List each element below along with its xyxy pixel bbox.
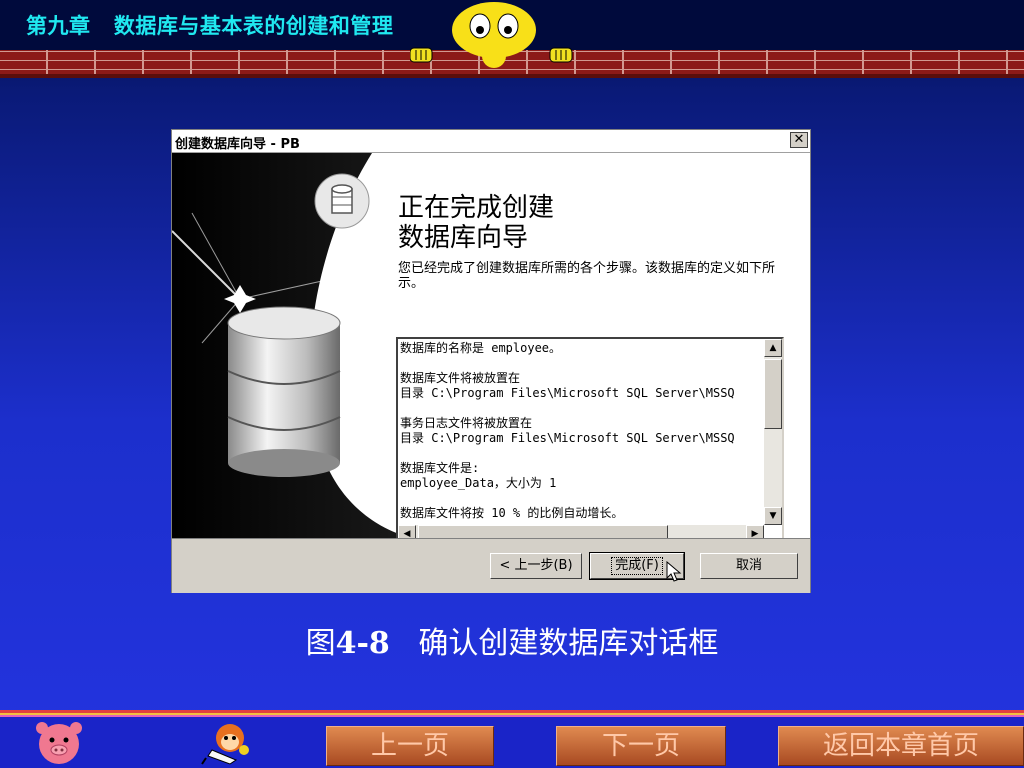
pig-face-icon[interactable] (34, 720, 84, 766)
caption-number: 4-8 (335, 626, 390, 661)
summary-line: 事务日志文件将被放置在 (400, 416, 533, 430)
dialog-title: 创建数据库向导 - PB (175, 137, 300, 152)
summary-line (400, 446, 760, 461)
wizard-heading: 正在完成创建 数据库向导 (398, 193, 554, 253)
wizard-intro-text: 您已经完成了创建数据库所需的各个步骤。该数据库的定义如下所示。 (398, 261, 776, 291)
return-chapter-home-button[interactable]: 返回本章首页 (778, 726, 1024, 766)
database-badge-icon (314, 173, 370, 229)
heading-line-2: 数据库向导 (398, 223, 529, 253)
wizard-panel: 正在完成创建 数据库向导 您已经完成了创建数据库所需的各个步骤。该数据库的定义如… (172, 153, 810, 545)
summary-line: 数据库的名称是 employee。 (400, 341, 562, 355)
figure-caption: 图4-8 确认创建数据库对话框 (0, 618, 1024, 662)
caption-text: 确认创建数据库对话框 (389, 626, 719, 661)
database-summary-textbox[interactable]: 数据库的名称是 employee。 数据库文件将被放置在 目录 C:\Progra… (396, 337, 784, 545)
summary-line: 目录 C:\Program Files\Microsoft SQL Server… (400, 386, 735, 400)
summary-line: 目录 C:\Program Files\Microsoft SQL Server… (400, 431, 735, 445)
cancel-button[interactable]: 取消 (700, 553, 798, 579)
create-database-wizard-dialog: 创建数据库向导 - PB ✕ 正在完成创建 数据库向导 您已经完成了创建数据库所… (171, 129, 811, 593)
scroll-up-arrow-icon[interactable]: ▲ (764, 339, 782, 357)
summary-text: 数据库的名称是 employee。 数据库文件将被放置在 目录 C:\Progra… (400, 341, 760, 526)
brick-shadow (0, 74, 1024, 78)
caption-prefix: 图 (305, 626, 336, 661)
summary-line: 数据库文件将被放置在 (400, 371, 521, 385)
scroll-down-arrow-icon[interactable]: ▼ (764, 507, 782, 525)
summary-line (400, 356, 760, 371)
chapter-title: 第九章 数据库与基本表的创建和管理 (26, 14, 394, 38)
wizard-button-bar: < 上一步(B) 完成(F) 取消 (172, 538, 810, 593)
monkey-icon[interactable] (200, 720, 256, 766)
mascot-face-icon (410, 2, 573, 68)
next-page-button[interactable]: 下一页 (556, 726, 726, 766)
mouse-cursor-icon (666, 561, 682, 582)
summary-line (400, 401, 760, 416)
summary-line: 数据库文件是: (400, 461, 480, 475)
summary-line: 数据库文件将按 10 % 的比例自动增长。 (400, 506, 624, 520)
back-button[interactable]: < 上一步(B) (490, 553, 582, 579)
vertical-scroll-thumb[interactable] (764, 359, 782, 429)
prev-page-button[interactable]: 上一页 (326, 726, 494, 766)
summary-line: employee_Data，大小为 1 (400, 476, 557, 490)
dialog-titlebar[interactable]: 创建数据库向导 - PB ✕ (172, 130, 810, 153)
vertical-scrollbar[interactable]: ▲ ▼ (764, 339, 782, 525)
finish-button-label: 完成(F) (611, 557, 663, 575)
summary-line (400, 491, 760, 506)
heading-line-1: 正在完成创建 (398, 193, 555, 223)
close-button[interactable]: ✕ (790, 132, 808, 148)
database-cylinder-icon (227, 306, 341, 477)
